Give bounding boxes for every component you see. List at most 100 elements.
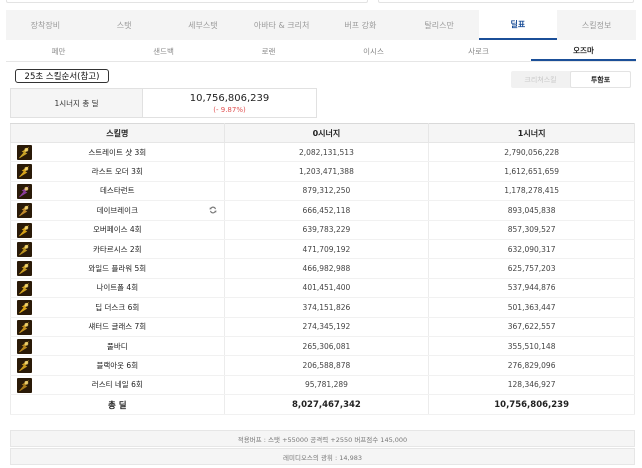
- synergy-total-delta: (- 9.87%): [213, 105, 246, 114]
- section-title: 25초 스킬순서(참고): [15, 69, 109, 83]
- synergy-0-value: 471,709,192: [223, 239, 430, 260]
- dungeon-tab[interactable]: 이시스: [321, 42, 426, 61]
- main-tab[interactable]: 아바타 & 크리처: [242, 10, 321, 40]
- remedios-light-info: 레미디오스의 광휘 : 14,983: [10, 448, 635, 465]
- top-strip-left: [6, 0, 368, 3]
- table-row: 딥 더스크 6회 374,151,826 501,363,447: [10, 297, 635, 318]
- skill-name-cell: 러스티 네일 6회: [10, 375, 225, 396]
- dungeon-tab[interactable]: 사로크: [426, 42, 531, 61]
- daybreak-icon: [17, 203, 32, 219]
- total-synergy-1: 10,756,806,239: [428, 394, 635, 416]
- streight-shot-icon: [17, 145, 32, 160]
- table-row: 카타르시스 2회 471,709,192 632,090,317: [10, 239, 635, 260]
- skill-name-cell: 데스타런트: [10, 181, 225, 202]
- synergy-0-value: 95,781,289: [223, 375, 430, 396]
- skill-name-cell: 라스트 오더 3회: [10, 161, 225, 182]
- dungeon-tab[interactable]: 샌드백: [111, 42, 216, 61]
- table-row: 풀바디 265,306,081 355,510,148: [10, 336, 635, 357]
- skill-name: 와일드 플라워 5회: [88, 264, 147, 274]
- synergy-1-value: 501,363,447: [428, 297, 635, 318]
- synergy-1-value: 2,790,056,228: [428, 142, 635, 163]
- synergy-1-value: 857,309,527: [428, 220, 635, 240]
- table-row: 블랙아웃 6회 206,588,878 276,829,096: [10, 355, 635, 376]
- catharsis-icon: [17, 241, 32, 257]
- shattered-glass-icon: [17, 319, 32, 335]
- skill-name: 스트레이트 샷 3회: [88, 147, 147, 157]
- dungeon-tab[interactable]: 페만: [6, 42, 111, 61]
- skill-name: 오버페이스 4회: [93, 225, 142, 235]
- main-tab[interactable]: 스탯: [85, 10, 164, 40]
- synergy-0-value: 374,151,826: [223, 297, 430, 318]
- synergy-0-value: 2,082,131,513: [223, 142, 430, 163]
- full-body-icon: [17, 338, 32, 354]
- table-row: 데이브레이크 666,452,118 893,045,838: [10, 200, 635, 221]
- skill-name: 나이트폴 4회: [96, 283, 139, 293]
- skill-name-cell: 섀터드 글래스 7회: [10, 317, 225, 337]
- main-tabs: 장착장비 스탯 세부스탯 아바타 & 크리처 버프 강화 탈리스만 딜표 스킬정보: [6, 10, 636, 40]
- dungeon-tab[interactable]: 로랜: [216, 42, 321, 61]
- deep-dusk-icon: [17, 300, 32, 316]
- applied-buff-info: 적용버프 : 스탯 +55000 공격력 +2550 버프점수 145,000: [10, 430, 635, 447]
- refresh-icon[interactable]: [208, 205, 218, 215]
- table-row: 데스타런트 879,312,250 1,178,278,415: [10, 181, 635, 202]
- synergy-1-value: 367,622,557: [428, 317, 635, 337]
- wild-flower-icon: [17, 261, 32, 277]
- skill-name: 딥 더스크 6회: [95, 302, 140, 312]
- synergy-total-box: 1시너지 총 딜 10,756,806,239 (- 9.87%): [10, 88, 317, 118]
- synergy-0-value: 274,345,192: [223, 317, 430, 337]
- synergy-1-value: 893,045,838: [428, 200, 635, 221]
- skill-name: 라스트 오더 3회: [91, 167, 143, 177]
- header-synergy-1: 1시너지: [428, 123, 635, 143]
- synergy-1-value: 1,612,651,659: [428, 161, 635, 182]
- skill-name-cell: 나이트폴 4회: [10, 278, 225, 299]
- synergy-total-label: 1시너지 총 딜: [11, 89, 143, 117]
- total-label: 총 딜: [10, 394, 225, 416]
- synergy-1-value: 537,944,876: [428, 278, 635, 299]
- main-tab[interactable]: 스킬정보: [557, 10, 636, 40]
- main-tab[interactable]: 탈리스만: [400, 10, 479, 40]
- synergy-0-value: 206,588,878: [223, 355, 430, 376]
- skill-name-cell: 블랙아웃 6회: [10, 355, 225, 376]
- synergy-0-value: 466,982,988: [223, 258, 430, 279]
- synergy-1-value: 1,178,278,415: [428, 181, 635, 202]
- skill-name-cell: 스트레이트 샷 3회: [10, 142, 225, 163]
- total-synergy-0: 8,027,467,342: [223, 394, 430, 416]
- table-row: 나이트폴 4회 401,451,400 537,944,876: [10, 278, 635, 299]
- main-tab[interactable]: 버프 강화: [321, 10, 400, 40]
- total-row: 총 딜 8,027,467,342 10,756,806,239: [10, 394, 635, 416]
- synergy-total-value-wrap: 10,756,806,239 (- 9.87%): [143, 89, 316, 117]
- view-toggle-option[interactable]: 투함포: [570, 71, 631, 88]
- synergy-1-value: 355,510,148: [428, 336, 635, 357]
- desperado-icon: [17, 183, 32, 199]
- last-order-icon: [17, 164, 32, 180]
- view-toggle-option[interactable]: 크리쳐스킬: [511, 71, 570, 88]
- table-row: 스트레이트 샷 3회 2,082,131,513 2,790,056,228: [10, 142, 635, 163]
- synergy-0-value: 639,783,229: [223, 220, 430, 240]
- view-toggle: 크리쳐스킬 투함포: [511, 71, 631, 88]
- skill-name: 데스타런트: [100, 186, 135, 196]
- top-strip-right: [378, 0, 634, 3]
- main-tab[interactable]: 장착장비: [6, 10, 85, 40]
- skill-name-cell: 풀바디: [10, 336, 225, 357]
- skill-name: 카타르시스 2회: [93, 244, 142, 254]
- skill-name: 풀바디: [106, 341, 128, 351]
- synergy-1-value: 632,090,317: [428, 239, 635, 260]
- synergy-0-value: 265,306,081: [223, 336, 430, 357]
- dungeon-tab[interactable]: 오즈마: [531, 42, 636, 61]
- skill-name-cell: 카타르시스 2회: [10, 239, 225, 260]
- top-strip: [0, 0, 642, 8]
- header-skill-name: 스킬명: [10, 123, 225, 143]
- blackout-icon: [17, 358, 32, 374]
- synergy-1-value: 276,829,096: [428, 355, 635, 376]
- main-tab[interactable]: 세부스탯: [164, 10, 243, 40]
- overpace-icon: [17, 222, 32, 238]
- table-header-row: 스킬명 0시너지 1시너지: [10, 123, 635, 143]
- dungeon-tabs: 페만 샌드백 로랜 이시스 사로크 오즈마: [6, 42, 636, 62]
- main-tab[interactable]: 딜표: [478, 10, 558, 40]
- synergy-1-value: 625,757,203: [428, 258, 635, 279]
- rusty-nail-icon: [17, 377, 32, 393]
- table-row: 섀터드 글래스 7회 274,345,192 367,622,557: [10, 317, 635, 337]
- table-row: 오버페이스 4회 639,783,229 857,309,527: [10, 220, 635, 240]
- table-row: 라스트 오더 3회 1,203,471,388 1,612,651,659: [10, 161, 635, 182]
- skill-name: 러스티 네일 6회: [91, 380, 143, 390]
